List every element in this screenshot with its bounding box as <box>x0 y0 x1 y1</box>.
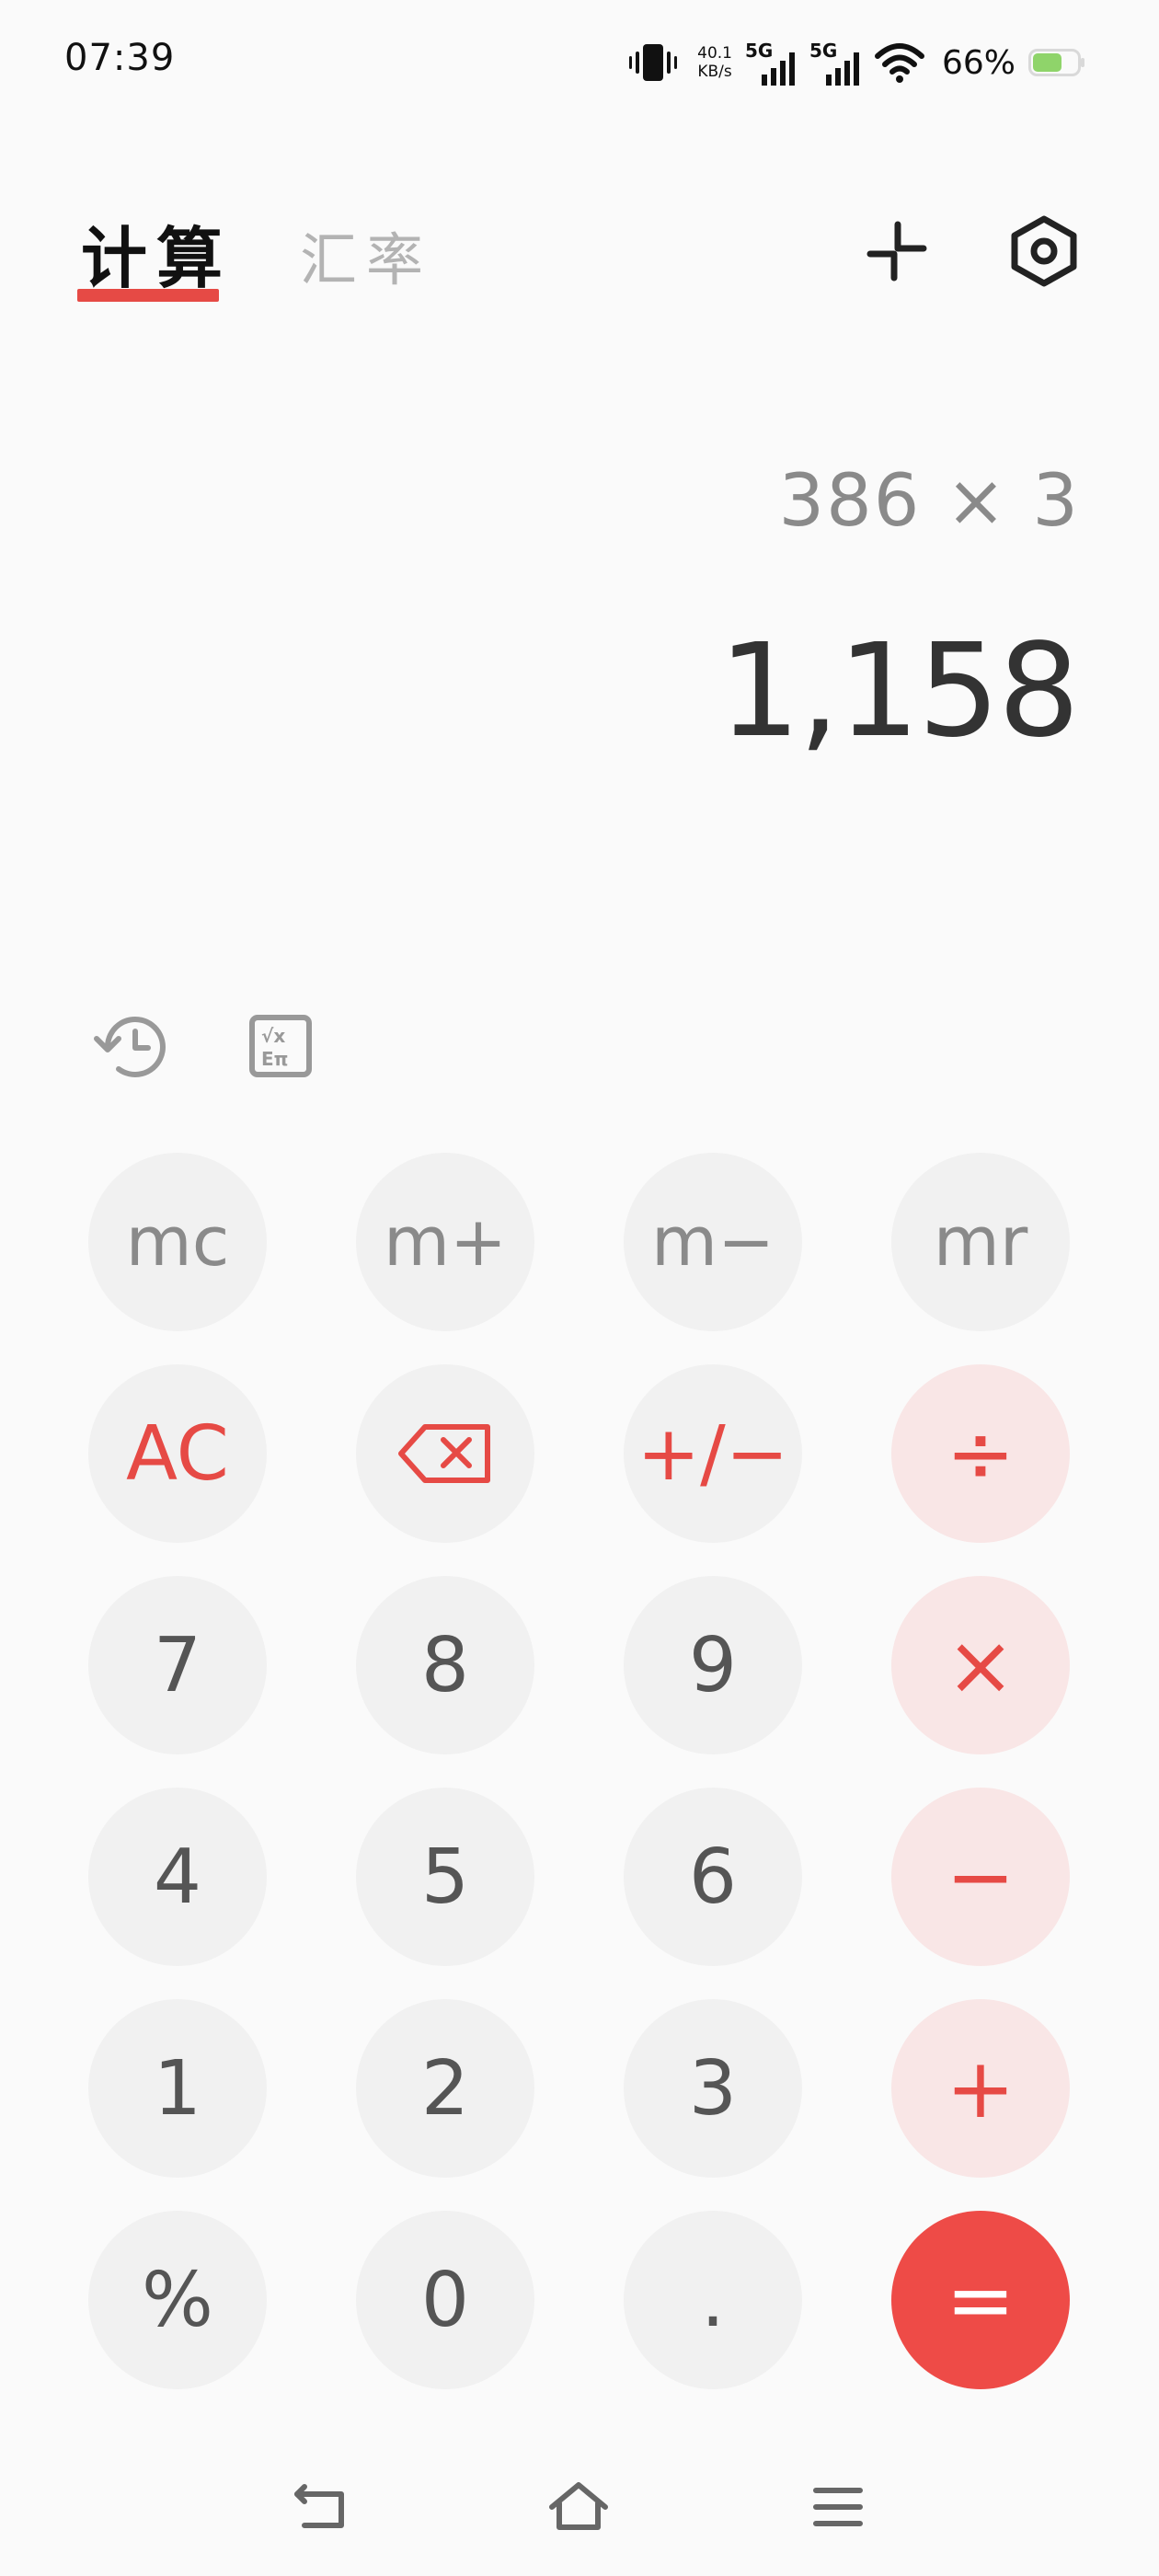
battery-percent: 66% <box>941 43 1016 82</box>
digit-7-button[interactable]: 7 <box>88 1576 267 1754</box>
network-speed-unit: KB/s <box>697 63 732 81</box>
memory-add-button[interactable]: m+ <box>356 1153 534 1331</box>
status-time: 07:39 <box>64 37 176 79</box>
memory-clear-button[interactable]: mc <box>88 1153 267 1331</box>
memory-subtract-button[interactable]: m− <box>624 1153 802 1331</box>
collapse-icon <box>866 221 927 282</box>
active-tab-indicator <box>77 289 219 302</box>
sim2-signal: 5G <box>809 40 861 86</box>
keypad: mc m+ m− mr AC +/− ÷ 7 8 9 × 4 5 6 − 1 2… <box>88 1153 1071 2389</box>
backspace-button[interactable] <box>356 1364 534 1543</box>
home-icon <box>549 2482 608 2530</box>
expression-display: 386 × 3 <box>778 460 1080 543</box>
signal-bars-icon <box>825 52 859 86</box>
collapse-button[interactable] <box>855 210 938 293</box>
toggle-sign-button[interactable]: +/− <box>624 1364 802 1543</box>
all-clear-button[interactable]: AC <box>88 1364 267 1543</box>
network-speed-value: 40.1 <box>697 44 732 63</box>
tab-calculator[interactable]: 计算 <box>81 204 232 301</box>
back-icon <box>294 2484 344 2528</box>
tab-exchange-rate[interactable]: 汇率 <box>300 213 432 296</box>
battery-icon <box>1028 49 1085 76</box>
subtract-button[interactable]: − <box>891 1788 1070 1966</box>
result-display: 1,158 <box>718 616 1080 766</box>
multiply-button[interactable]: × <box>891 1576 1070 1754</box>
add-button[interactable]: + <box>891 1999 1070 2178</box>
nav-back-button[interactable] <box>280 2466 362 2548</box>
sim1-signal: 5G <box>745 40 797 86</box>
nav-home-button[interactable] <box>537 2466 620 2548</box>
svg-text:√x: √x <box>261 1025 285 1047</box>
status-icons: 40.1 KB/s 5G 5G 66% <box>627 35 1085 90</box>
wifi-icon <box>874 41 925 84</box>
digit-3-button[interactable]: 3 <box>624 1999 802 2178</box>
svg-text:Eπ: Eπ <box>261 1048 288 1070</box>
digit-2-button[interactable]: 2 <box>356 1999 534 2178</box>
vibrate-icon <box>627 40 679 86</box>
nav-menu-button[interactable] <box>797 2466 879 2548</box>
percent-button[interactable]: % <box>88 2211 267 2389</box>
history-button[interactable] <box>90 1005 173 1087</box>
digit-5-button[interactable]: 5 <box>356 1788 534 1966</box>
digit-9-button[interactable]: 9 <box>624 1576 802 1754</box>
memory-recall-button[interactable]: mr <box>891 1153 1070 1331</box>
signal-bars-icon <box>761 52 795 86</box>
status-bar: 07:39 40.1 KB/s 5G 5G 66% <box>0 0 1159 120</box>
decimal-point-button[interactable]: . <box>624 2211 802 2389</box>
equals-button[interactable]: = <box>891 2211 1070 2389</box>
divide-button[interactable]: ÷ <box>891 1364 1070 1543</box>
scientific-mode-icon: √x Eπ <box>249 1015 312 1077</box>
digit-4-button[interactable]: 4 <box>88 1788 267 1966</box>
digit-8-button[interactable]: 8 <box>356 1576 534 1754</box>
digit-6-button[interactable]: 6 <box>624 1788 802 1966</box>
digit-0-button[interactable]: 0 <box>356 2211 534 2389</box>
network-speed: 40.1 KB/s <box>697 44 732 81</box>
settings-hexagon-icon <box>1011 215 1077 287</box>
history-icon <box>94 1016 166 1077</box>
settings-button[interactable] <box>1003 210 1085 293</box>
digit-1-button[interactable]: 1 <box>88 1999 267 2178</box>
backspace-icon <box>398 1424 490 1483</box>
scientific-mode-button[interactable]: √x Eπ <box>239 1005 322 1087</box>
menu-icon <box>813 2488 863 2526</box>
